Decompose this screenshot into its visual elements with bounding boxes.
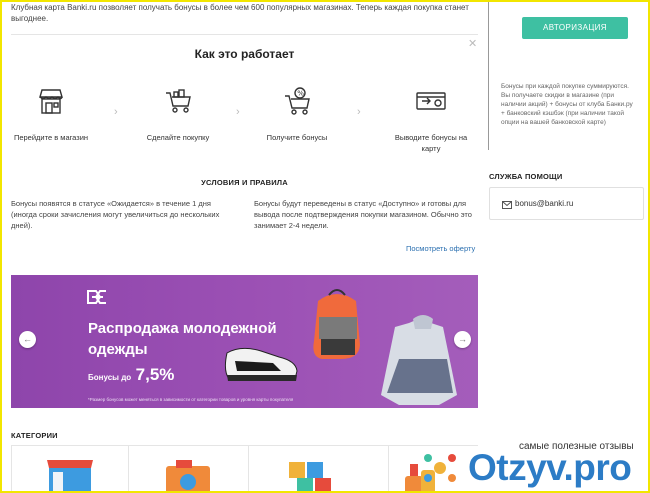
login-button[interactable]: АВТОРИЗАЦИЯ [522,17,628,39]
step-label: Перейдите в магазин [13,133,89,142]
rules-title: УСЛОВИЯ И ПРАВИЛА [201,178,288,187]
view-offer-link[interactable]: Посмотреть оферту [406,244,475,253]
banner-next-button[interactable]: → [454,331,471,348]
category-card[interactable] [128,445,248,493]
card-withdraw-icon [416,92,446,110]
sidebar-info-text: Бонусы при каждой покупке суммируются. В… [501,83,633,126]
chevron-right-icon: › [357,106,361,118]
chevron-right-icon: › [114,106,118,118]
store-icon [39,89,63,114]
category-card[interactable] [248,445,388,493]
sidebar-divider [488,0,489,150]
watermark-logo: Otzyv.pro [468,447,632,488]
store-category-icon [47,460,93,493]
step-label: Сделайте покупку [146,133,210,142]
svg-text:%: % [297,90,304,98]
support-email[interactable]: bonus@banki.ru [515,199,573,208]
banner-fine-print: *Размер бонусов может меняться в зависим… [88,397,294,402]
bonus-prefix: Бонусы до [88,373,132,382]
step-label: Получите бонусы [266,133,328,142]
cart-icon [166,89,191,113]
rule-right-text: Бонусы будут переведены в статус «Доступ… [254,199,472,230]
watermark-burst-icon [424,454,456,482]
dc-logo-icon [87,290,106,304]
category-card[interactable] [11,445,128,493]
categories-title: КАТЕГОРИИ [11,431,58,440]
help-title: СЛУЖБА ПОМОЩИ [489,172,563,181]
step-bonuses: % Получите бонусы [252,86,342,142]
mail-icon [502,201,512,209]
screenshot-frame [0,0,650,493]
camera-category-icon [166,460,210,493]
cart-percent-icon: % [285,87,310,115]
step-store: Перейдите в магазин [6,86,96,142]
step-withdraw: Выводите бонусы на карту [386,86,476,153]
banner-title: Распродажа молодежной одежды [88,320,277,358]
divider [11,34,478,35]
banner-bonus: Бонусы до 7,5% [88,365,174,385]
banner-prev-button[interactable]: ← [19,331,36,348]
bonus-value: 7,5% [135,365,175,384]
step-purchase: Сделайте покупку [133,86,223,142]
step-label: Выводите бонусы на карту [394,133,468,153]
rule-left-text: Бонусы появятся в статусе «Ожидается» в … [11,199,220,230]
intro-text: Клубная карта Banki.ru позволяет получат… [11,3,469,23]
how-it-works-title: Как это работает [194,47,295,61]
toys-category-icon [289,462,331,493]
chevron-right-icon: › [236,106,240,118]
